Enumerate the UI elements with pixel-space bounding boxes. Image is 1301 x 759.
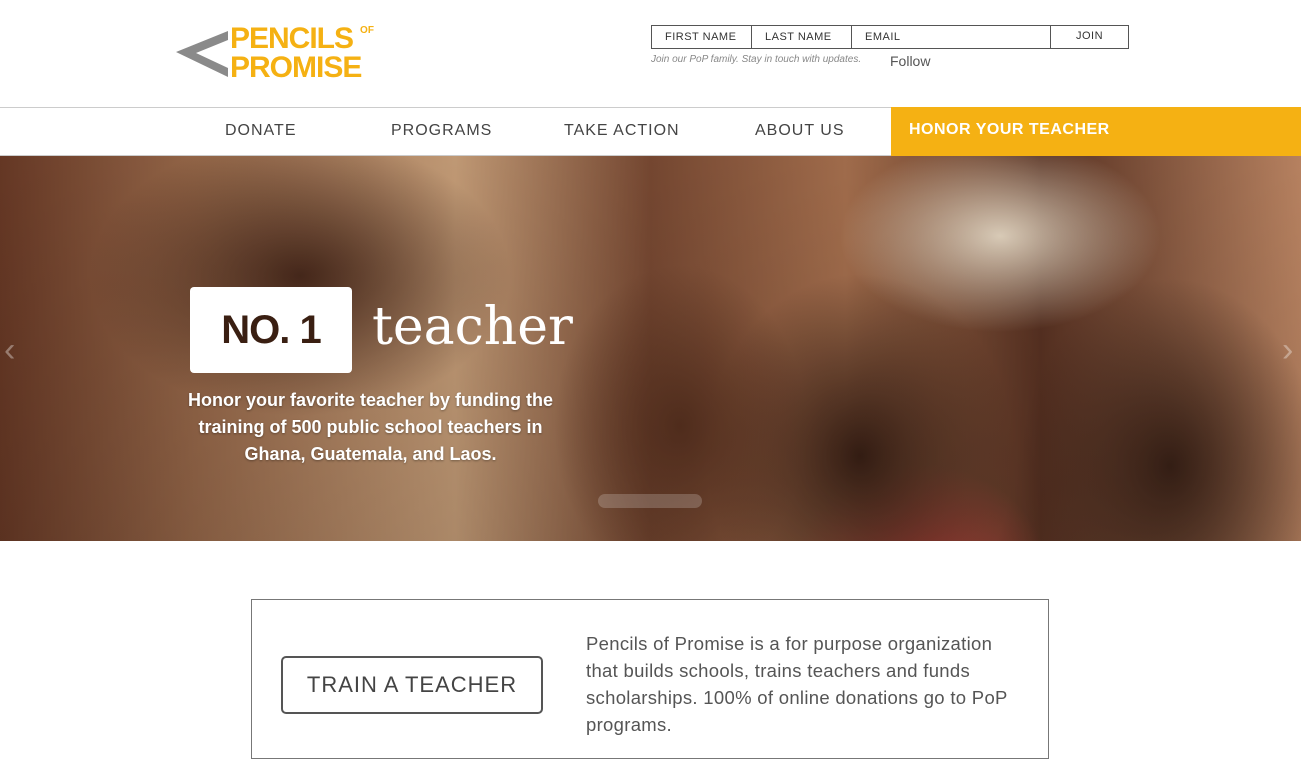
pencils-of-promise-logo[interactable]: PENCILS OF PROMISE (172, 24, 382, 84)
train-a-teacher-button[interactable]: TRAIN A TEACHER (281, 656, 543, 714)
nav-item-take-action[interactable]: TAKE ACTION (564, 108, 680, 155)
site-header: PENCILS OF PROMISE FIRST NAME LAST NAME … (0, 0, 1301, 107)
nav-item-about-us[interactable]: ABOUT US (755, 108, 845, 155)
pencil-chevron-icon (176, 31, 228, 77)
hero-description: Honor your favorite teacher by funding t… (187, 390, 554, 464)
carousel-indicator[interactable] (598, 494, 702, 508)
nav-item-donate[interactable]: DONATE (225, 108, 296, 155)
main-nav: DONATE PROGRAMS TAKE ACTION ABOUT US HON… (0, 107, 1301, 156)
chevron-left-icon[interactable]: ‹ (4, 331, 15, 370)
chevron-right-icon[interactable]: › (1282, 331, 1293, 370)
hero-banner: ‹ › NO. 1 teacher Honor your favorite te… (0, 156, 1301, 541)
signup-tagline: Join our PoP family. Stay in touch with … (651, 54, 862, 65)
logo-word-promise: PROMISE (230, 51, 362, 84)
join-button[interactable]: JOIN (1051, 26, 1128, 48)
first-name-field[interactable]: FIRST NAME (652, 26, 752, 48)
intro-description: Pencils of Promise is a for purpose orga… (586, 633, 1008, 735)
last-name-field[interactable]: LAST NAME (752, 26, 852, 48)
nav-item-programs[interactable]: PROGRAMS (391, 108, 492, 155)
logo-word-of: OF (360, 25, 374, 36)
newsletter-signup-form: FIRST NAME LAST NAME EMAIL JOIN (651, 25, 1129, 49)
hero-headline-word: teacher (372, 297, 573, 357)
email-field[interactable]: EMAIL (852, 26, 1051, 48)
follow-link[interactable]: Follow (890, 53, 930, 69)
hero-badge-text: NO. 1 (221, 308, 321, 352)
hero-badge: NO. 1 (190, 287, 352, 373)
logo-word-pencils: PENCILS (230, 22, 354, 55)
nav-item-honor-your-teacher[interactable]: HONOR YOUR TEACHER (891, 107, 1301, 156)
